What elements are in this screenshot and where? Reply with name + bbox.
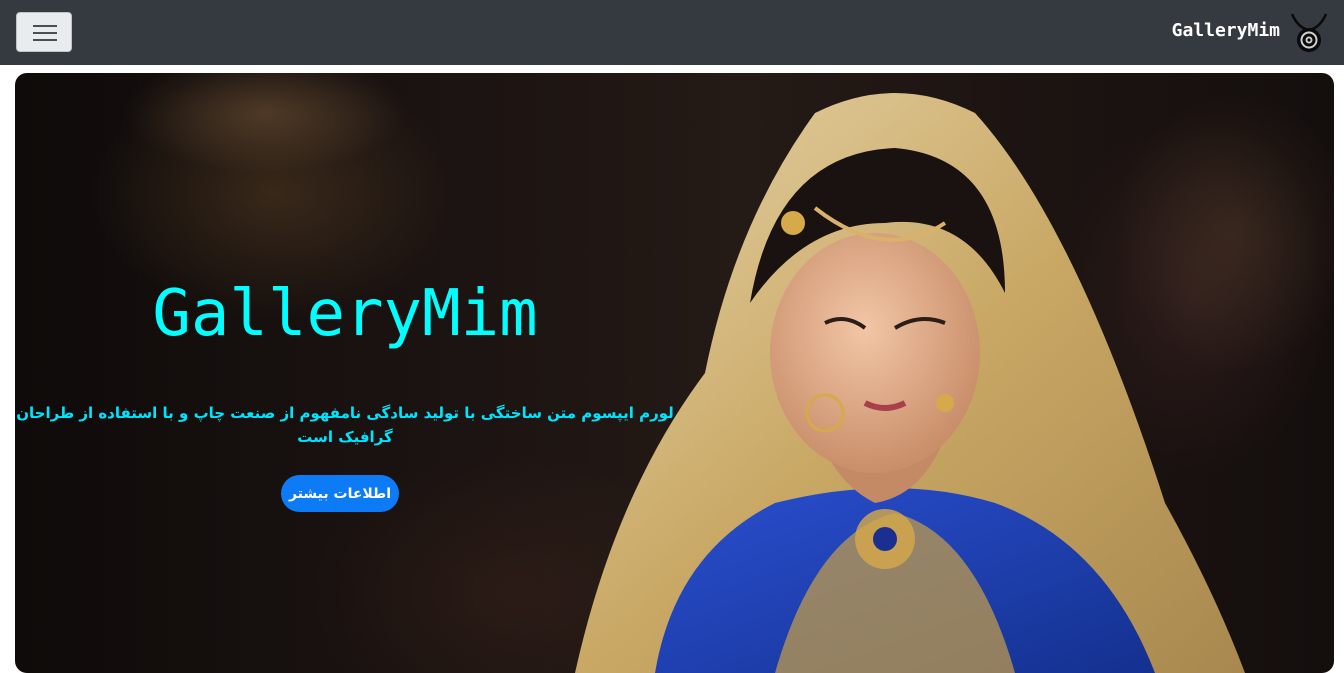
hero-banner: GalleryMim لورم ایپسوم متن ساختگی با تول… — [15, 73, 1334, 673]
hamburger-line — [33, 39, 57, 41]
hero-title: GalleryMim — [152, 277, 538, 351]
menu-toggle-button[interactable] — [16, 12, 72, 52]
more-info-button[interactable]: اطلاعات بیشتر — [281, 475, 399, 512]
hamburger-line — [33, 32, 57, 34]
hamburger-menu-icon — [33, 25, 57, 27]
pendant-logo-icon[interactable] — [1288, 10, 1330, 54]
navbar: GalleryMim — [0, 0, 1344, 65]
hero-description: لورم ایپسوم متن ساختگی با تولید سادگی نا… — [16, 404, 674, 446]
navbar-brand[interactable]: GalleryMim — [1172, 19, 1280, 43]
bride-photo — [125, 73, 1334, 673]
